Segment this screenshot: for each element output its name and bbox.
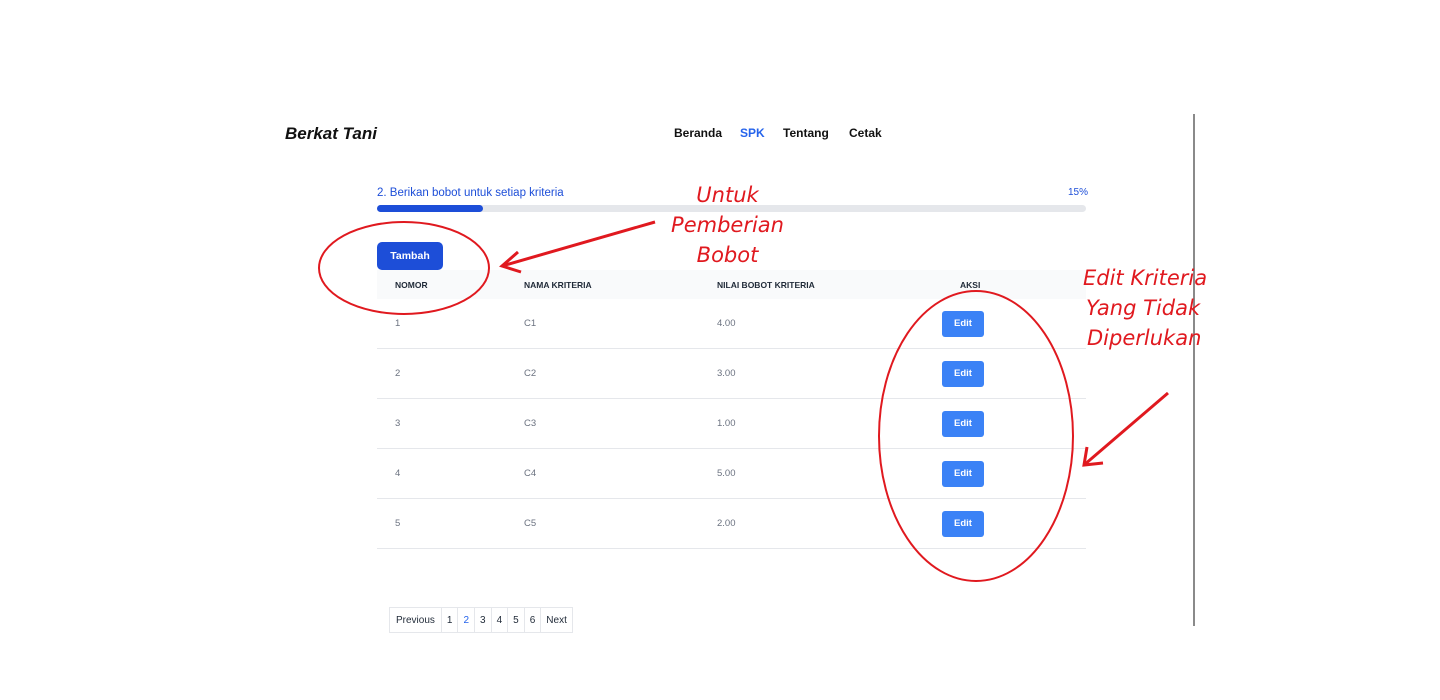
table-row: 1 C1 4.00 Edit (377, 299, 1086, 349)
cell-nama: C1 (524, 318, 537, 329)
pagination-page-3[interactable]: 3 (474, 607, 491, 633)
cell-nama: C5 (524, 518, 537, 529)
edit-button[interactable]: Edit (942, 510, 984, 537)
cell-nomor: 4 (395, 468, 401, 479)
table-row: 4 C4 5.00 Edit (377, 449, 1086, 499)
column-header-nomor: NOMOR (395, 279, 428, 290)
annotation-line: Diperlukan (1087, 326, 1202, 350)
table-row: 5 C5 2.00 Edit (377, 499, 1086, 549)
cell-nama: C2 (524, 368, 537, 379)
table-row: 3 C3 1.00 Edit (377, 399, 1086, 449)
annotation-line: Bobot (696, 243, 759, 267)
cell-bobot: 4.00 (717, 318, 736, 329)
edit-button[interactable]: Edit (942, 410, 984, 437)
edit-button[interactable]: Edit (942, 360, 984, 387)
main-nav: Beranda SPK Tentang Cetak (674, 126, 882, 140)
annotation-add-weight: Untuk Pemberian Bobot (655, 180, 800, 270)
cell-nomor: 3 (395, 418, 401, 429)
criteria-table: NOMOR NAMA KRITERIA NILAI BOBOT KRITERIA… (377, 270, 1086, 549)
edit-button[interactable]: Edit (942, 460, 984, 487)
table-row: 2 C2 3.00 Edit (377, 349, 1086, 399)
vertical-scrollbar[interactable] (1193, 114, 1195, 626)
pagination: Previous 1 2 3 4 5 6 Next (389, 607, 573, 633)
cell-nomor: 2 (395, 368, 401, 379)
arrow-head-icon (499, 250, 522, 274)
annotation-line: Pemberian (671, 213, 784, 237)
edit-button[interactable]: Edit (942, 310, 984, 337)
step-label: 2. Berikan bobot untuk setiap kriteria (377, 187, 564, 199)
arrow-head-icon (1082, 446, 1104, 467)
cell-bobot: 3.00 (717, 368, 736, 379)
cell-nama: C4 (524, 468, 537, 479)
progress-fill (377, 205, 484, 212)
pagination-next[interactable]: Next (540, 607, 573, 633)
annotation-line: Yang Tidak (1086, 296, 1201, 320)
pagination-page-1[interactable]: 1 (440, 607, 458, 633)
pagination-previous[interactable]: Previous (389, 607, 441, 633)
column-header-aksi: AKSI (960, 279, 981, 290)
annotation-edit-criteria: Edit Kriteria Yang Tidak Diperlukan (1083, 263, 1208, 353)
pagination-page-4[interactable]: 4 (490, 607, 508, 633)
cell-nama: C3 (524, 418, 537, 429)
annotation-arrow-add (501, 220, 656, 268)
cell-bobot: 5.00 (717, 468, 736, 479)
annotation-line: Untuk (696, 183, 759, 207)
progress-percent: 15% (1068, 187, 1089, 198)
cell-bobot: 2.00 (717, 518, 736, 529)
table-header: NOMOR NAMA KRITERIA NILAI BOBOT KRITERIA… (377, 270, 1086, 299)
column-header-nama: NAMA KRITERIA (524, 279, 592, 290)
pagination-page-2[interactable]: 2 (457, 607, 475, 633)
pagination-page-5[interactable]: 5 (507, 607, 524, 633)
column-header-bobot: NILAI BOBOT KRITERIA (717, 279, 815, 290)
cell-nomor: 1 (395, 318, 401, 329)
cell-nomor: 5 (395, 518, 401, 529)
cell-bobot: 1.00 (717, 418, 736, 429)
nav-cetak[interactable]: Cetak (849, 126, 882, 140)
brand-logo[interactable]: Berkat Tani (285, 124, 377, 144)
annotation-line: Edit Kriteria (1083, 266, 1208, 290)
nav-tentang[interactable]: Tentang (783, 126, 849, 140)
annotation-arrow-edit (1083, 391, 1169, 467)
nav-spk[interactable]: SPK (740, 126, 783, 140)
add-criteria-button[interactable]: Tambah (377, 242, 443, 270)
nav-beranda[interactable]: Beranda (674, 126, 740, 140)
pagination-page-6[interactable]: 6 (523, 607, 541, 633)
